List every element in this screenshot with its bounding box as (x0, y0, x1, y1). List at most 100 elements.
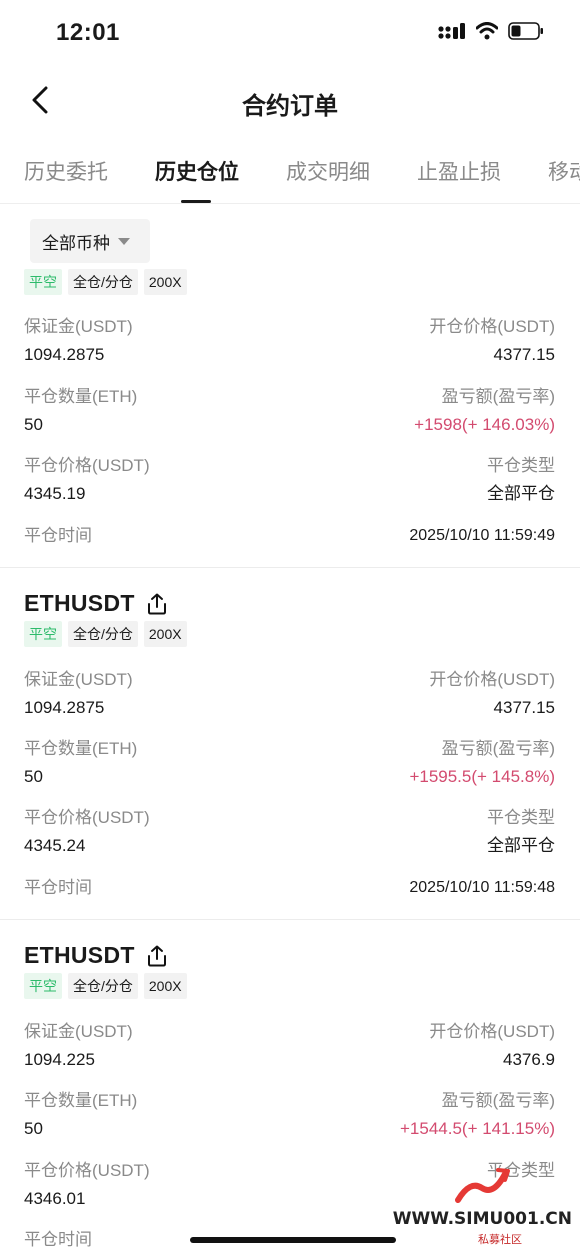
close-time-label: 平仓时间 (24, 526, 92, 545)
open-price-field: 开仓价格(USDT) 4377.15 (429, 316, 555, 366)
filter-label: 全部币种 (42, 233, 110, 253)
home-indicator (190, 1237, 396, 1243)
margin-mode-tag: 全仓/分仓 (68, 973, 138, 999)
tab-bar: 历史委托 历史仓位 成交明细 止盈止损 移动 (0, 140, 580, 204)
open-price-value: 4377.15 (493, 345, 555, 364)
margin-label: 保证金(USDT) (24, 1022, 133, 1041)
margin-field: 保证金(USDT) 1094.225 (24, 1021, 133, 1071)
share-icon[interactable] (145, 944, 169, 968)
open-price-label: 开仓价格(USDT) (429, 317, 555, 336)
pnl-field: 盈亏额(盈亏率) +1544.5(+ 141.15%) (400, 1090, 555, 1140)
margin-field: 保证金(USDT) 1094.2875 (24, 316, 133, 366)
header: 合约订单 (0, 70, 580, 134)
close-time-label: 平仓时间 (24, 1230, 92, 1249)
close-qty-field: 平仓数量(ETH) 50 (24, 738, 137, 788)
leverage-tag: 200X (143, 973, 187, 999)
margin-label: 保证金(USDT) (24, 317, 133, 336)
close-qty-value: 50 (24, 1119, 43, 1138)
close-type-label: 平仓类型 (487, 456, 555, 475)
margin-mode-tag: 全仓/分仓 (68, 621, 138, 647)
close-qty-value: 50 (24, 415, 43, 434)
margin-label: 保证金(USDT) (24, 670, 133, 689)
tag-row: 平空 全仓/分仓 200X (24, 973, 187, 999)
tag-row: 平空 全仓/分仓 200X (24, 621, 187, 647)
tag-row: 平空 全仓/分仓 200X (24, 269, 187, 295)
active-tab-indicator (181, 200, 211, 203)
status-bar: 12:01 (0, 0, 580, 66)
signal-icon (438, 22, 466, 45)
close-time-value: 2025/10/10 11:59:49 (409, 527, 555, 544)
close-price-label: 平仓价格(USDT) (24, 1161, 150, 1180)
card-divider (0, 567, 580, 568)
coin-filter-dropdown[interactable]: 全部币种 (30, 219, 150, 263)
close-qty-field: 平仓数量(ETH) 50 (24, 1090, 137, 1140)
pnl-field: 盈亏额(盈亏率) +1595.5(+ 145.8%) (409, 738, 555, 788)
page-title: 合约订单 (242, 93, 338, 120)
close-price-value: 4346.01 (24, 1189, 86, 1208)
symbol-row: ETHUSDT (24, 942, 169, 969)
tab-trailing[interactable]: 移动 (548, 156, 580, 186)
margin-value: 1094.2875 (24, 698, 105, 717)
close-qty-label: 平仓数量(ETH) (24, 387, 138, 406)
card-divider (0, 919, 580, 920)
close-price-field: 平仓价格(USDT) 4345.19 (24, 455, 150, 505)
leverage-tag: 200X (143, 269, 187, 295)
close-price-field: 平仓价格(USDT) 4345.24 (24, 807, 150, 857)
side-tag: 平空 (24, 269, 62, 295)
close-type-label: 平仓类型 (487, 808, 555, 827)
watermark-subtext: 私募社区 (478, 1234, 522, 1246)
close-qty-label: 平仓数量(ETH) (24, 739, 138, 758)
share-icon[interactable] (145, 592, 169, 616)
pnl-value: +1595.5(+ 145.8%) (409, 767, 555, 786)
close-price-value: 4345.19 (24, 484, 86, 503)
tab-trade-details[interactable]: 成交明细 (286, 156, 370, 186)
close-qty-value: 50 (24, 767, 43, 786)
open-price-field: 开仓价格(USDT) 4377.15 (429, 669, 555, 719)
margin-value: 1094.2875 (24, 345, 105, 364)
close-price-label: 平仓价格(USDT) (24, 456, 150, 475)
close-price-field: 平仓价格(USDT) 4346.01 (24, 1160, 150, 1210)
close-type-value: 全部平仓 (487, 836, 555, 855)
side-tag: 平空 (24, 621, 62, 647)
watermark: WWW.SIMU001.CN 私募社区 (393, 1166, 572, 1249)
tab-tp-sl[interactable]: 止盈止损 (417, 156, 501, 186)
open-price-value: 4377.15 (493, 698, 555, 717)
close-qty-label: 平仓数量(ETH) (24, 1091, 138, 1110)
watermark-logo-icon (452, 1166, 512, 1211)
pnl-field: 盈亏额(盈亏率) +1598(+ 146.03%) (414, 386, 555, 436)
symbol-name: ETHUSDT (24, 942, 135, 968)
status-time: 12:01 (56, 19, 120, 46)
open-price-field: 开仓价格(USDT) 4376.9 (429, 1021, 555, 1071)
status-icons (438, 22, 544, 45)
margin-value: 1094.225 (24, 1050, 95, 1069)
close-price-value: 4345.24 (24, 836, 86, 855)
watermark-text: WWW.SIMU001.CN (392, 1209, 572, 1229)
tab-history-positions[interactable]: 历史仓位 (155, 156, 239, 186)
close-time-row: 平仓时间 2025/10/10 11:59:48 (24, 877, 555, 899)
open-price-label: 开仓价格(USDT) (429, 670, 555, 689)
close-time-label: 平仓时间 (24, 878, 92, 897)
symbol-row: ETHUSDT (24, 590, 169, 617)
wifi-icon (475, 22, 499, 45)
pnl-value: +1544.5(+ 141.15%) (399, 1119, 555, 1138)
tab-history-orders[interactable]: 历史委托 (24, 156, 108, 186)
margin-field: 保证金(USDT) 1094.2875 (24, 669, 133, 719)
leverage-tag: 200X (143, 621, 187, 647)
symbol-name: ETHUSDT (24, 590, 135, 616)
pnl-label: 盈亏额(盈亏率) (441, 1091, 555, 1110)
close-type-field: 平仓类型 全部平仓 (487, 455, 555, 505)
caret-down-icon (118, 237, 130, 245)
pnl-value: +1598(+ 146.03%) (414, 415, 555, 434)
pnl-label: 盈亏额(盈亏率) (441, 739, 555, 758)
close-type-value: 全部平仓 (487, 484, 555, 503)
pnl-label: 盈亏额(盈亏率) (441, 387, 555, 406)
close-price-label: 平仓价格(USDT) (24, 808, 150, 827)
battery-icon (508, 22, 544, 45)
open-price-value: 4376.9 (503, 1050, 555, 1069)
close-qty-field: 平仓数量(ETH) 50 (24, 386, 137, 436)
close-type-field: 平仓类型 全部平仓 (487, 807, 555, 857)
side-tag: 平空 (24, 973, 62, 999)
margin-mode-tag: 全仓/分仓 (68, 269, 138, 295)
open-price-label: 开仓价格(USDT) (429, 1022, 555, 1041)
close-time-row: 平仓时间 2025/10/10 11:59:49 (24, 525, 555, 547)
